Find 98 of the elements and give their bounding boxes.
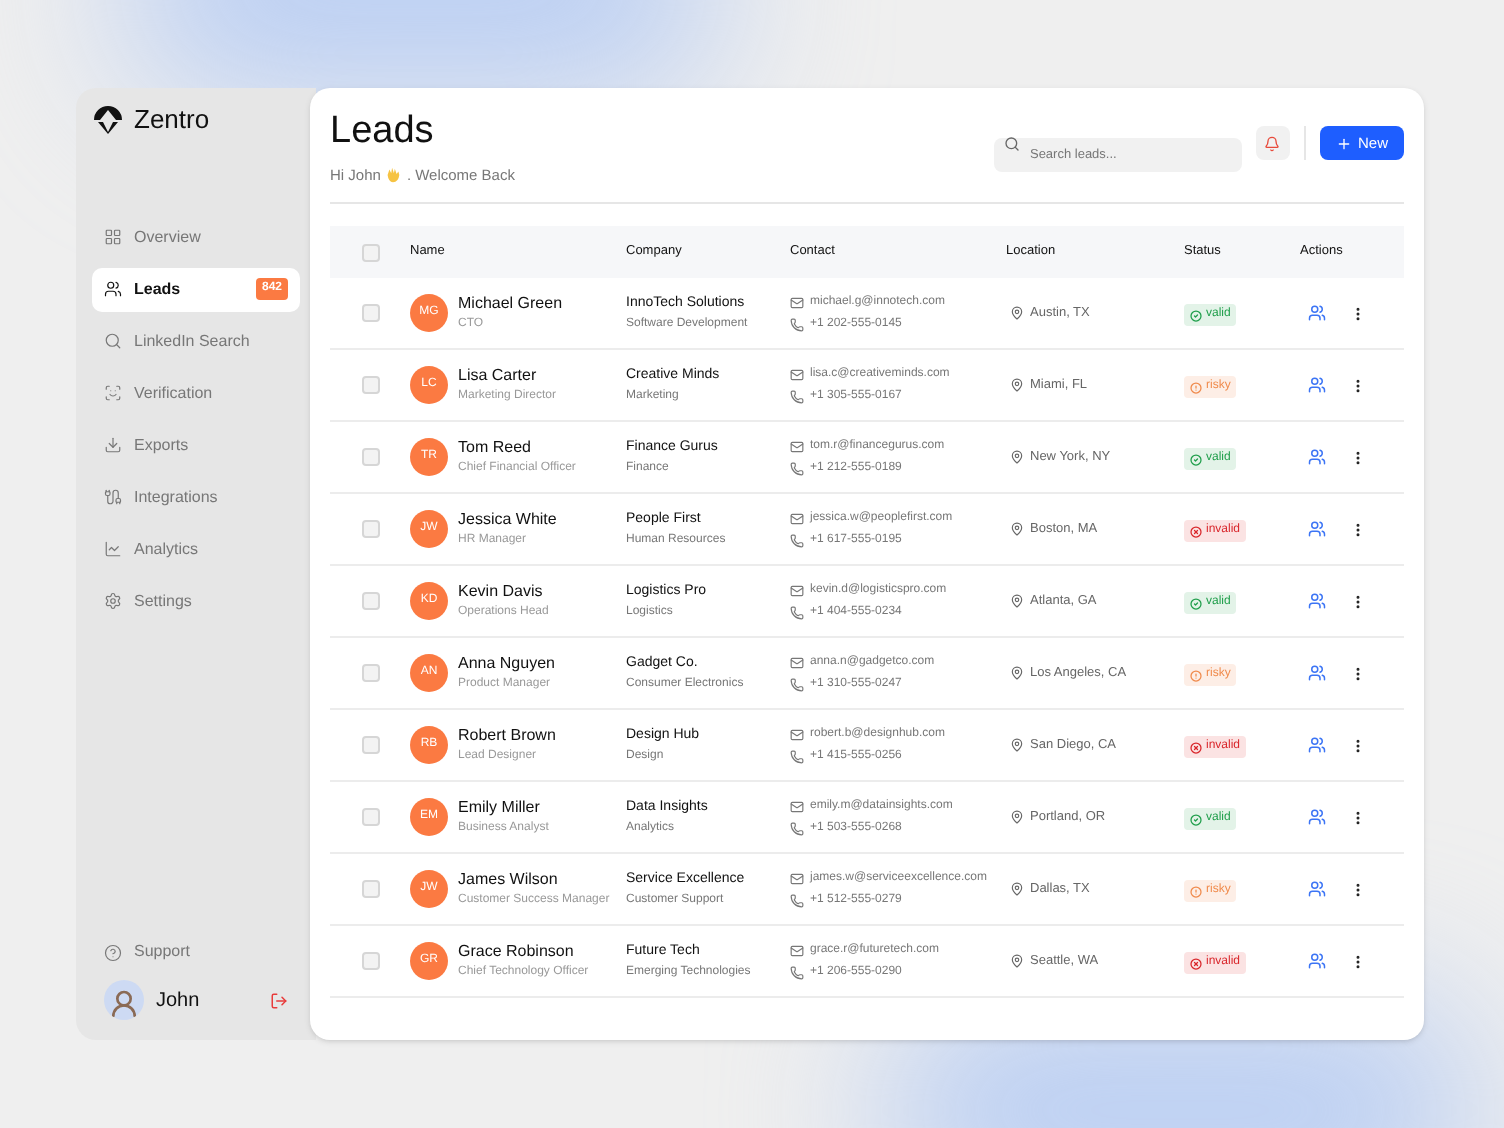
logout-button[interactable] [270, 991, 288, 1009]
sidebar-item[interactable]: Settings [92, 579, 300, 623]
alert-circle-icon [1190, 669, 1202, 682]
phone-icon [790, 677, 804, 692]
map-pin-icon [1010, 954, 1024, 969]
face-scan-icon [104, 384, 122, 402]
user-name: John [156, 987, 202, 1015]
profile-button[interactable] [1308, 304, 1326, 323]
sidebar-item[interactable]: Exports [92, 423, 300, 467]
lead-name: Robert Brown [458, 725, 556, 746]
mail-icon [790, 511, 804, 526]
lead-name: Anna Nguyen [458, 653, 555, 674]
grid-icon [104, 228, 122, 246]
map-pin-icon [1010, 666, 1024, 681]
row-checkbox[interactable] [361, 592, 379, 611]
profile-button[interactable] [1308, 664, 1326, 683]
profile-button[interactable] [1308, 520, 1326, 539]
mail-icon [790, 367, 804, 382]
mail-icon [790, 583, 804, 598]
row-checkbox[interactable] [361, 448, 379, 467]
phone-icon [790, 893, 804, 908]
map-pin-icon [1010, 738, 1024, 753]
row-checkbox[interactable] [361, 520, 379, 539]
lead-name: Michael Green [458, 293, 563, 314]
lead-name: James Wilson [458, 869, 560, 890]
x-circle-icon [1190, 741, 1202, 754]
map-pin-icon [1010, 450, 1024, 465]
check-circle-icon [1190, 813, 1202, 826]
mail-icon [790, 799, 804, 814]
help-icon [104, 943, 122, 961]
map-pin-icon [1010, 882, 1024, 897]
check-circle-icon [1190, 453, 1202, 466]
profile-button[interactable] [1308, 808, 1326, 827]
lead-name: Jessica White [458, 509, 557, 530]
phone-icon [790, 389, 804, 404]
sidebar-item[interactable]: Overview [92, 215, 300, 259]
row-checkbox[interactable] [361, 880, 379, 899]
page-title: Leads [330, 108, 436, 156]
phone-icon [790, 965, 804, 980]
row-checkbox[interactable] [361, 304, 379, 323]
phone-icon [790, 605, 804, 620]
check-circle-icon [1190, 597, 1202, 610]
sidebar-item[interactable]: LinkedIn Search [92, 319, 300, 363]
profile-button[interactable] [1308, 448, 1326, 467]
bell-icon [1264, 135, 1281, 151]
x-circle-icon [1190, 957, 1202, 970]
phone-icon [790, 533, 804, 548]
phone-icon [790, 749, 804, 764]
map-pin-icon [1010, 378, 1024, 393]
alert-circle-icon [1190, 885, 1202, 898]
search-icon [1003, 135, 1020, 151]
lead-name: Grace Robinson [458, 941, 576, 962]
row-checkbox[interactable] [361, 736, 379, 755]
download-icon [104, 436, 122, 454]
phone-icon [790, 821, 804, 836]
profile-button[interactable] [1308, 880, 1326, 899]
mail-icon [790, 439, 804, 454]
mail-icon [790, 295, 804, 310]
plus-icon [1335, 135, 1352, 151]
map-pin-icon [1010, 306, 1024, 321]
row-checkbox[interactable] [361, 664, 379, 683]
phone-icon [790, 317, 804, 332]
row-checkbox[interactable] [361, 376, 379, 395]
row-checkbox[interactable] [361, 243, 379, 262]
support-link[interactable]: Support [92, 940, 300, 964]
user-avatar [104, 980, 144, 1020]
mail-icon [790, 943, 804, 958]
map-pin-icon [1010, 594, 1024, 609]
chart-icon [104, 540, 122, 558]
settings-icon [104, 592, 122, 610]
map-pin-icon [1010, 522, 1024, 537]
mail-icon [790, 871, 804, 886]
map-pin-icon [1010, 810, 1024, 825]
sidebar-item[interactable]: Verification [92, 371, 300, 415]
lead-name: Lisa Carter [458, 365, 539, 386]
mail-icon [790, 727, 804, 742]
row-checkbox[interactable] [361, 952, 379, 971]
mail-icon [790, 655, 804, 670]
sidebar-item[interactable]: Analytics [92, 527, 300, 571]
phone-icon [790, 461, 804, 476]
lead-name: Tom Reed [458, 437, 533, 458]
plug-icon [104, 488, 122, 506]
sidebar-item[interactable]: Integrations [92, 475, 300, 519]
alert-circle-icon [1190, 381, 1202, 394]
notifications-button[interactable] [1255, 126, 1290, 160]
profile-button[interactable] [1308, 736, 1326, 755]
profile-button[interactable] [1308, 376, 1326, 395]
lead-name: Kevin Davis [458, 581, 545, 602]
x-circle-icon [1190, 525, 1202, 538]
lead-name: Emily Miller [458, 797, 542, 818]
profile-button[interactable] [1308, 952, 1326, 971]
logo-icon [92, 103, 124, 136]
profile-button[interactable] [1308, 592, 1326, 611]
users-icon [104, 280, 122, 298]
search-icon [104, 332, 122, 350]
brand-name: Zentro [134, 102, 210, 138]
check-circle-icon [1190, 309, 1202, 322]
row-checkbox[interactable] [361, 808, 379, 827]
